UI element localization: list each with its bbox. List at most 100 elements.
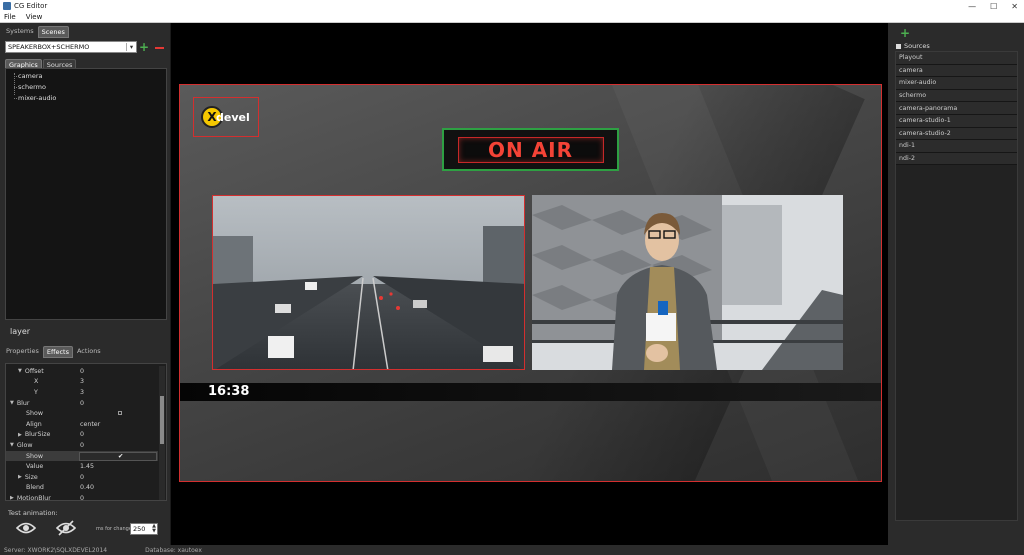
property-row[interactable]: ▶ MotionBlur 0 <box>6 493 158 500</box>
ms-for-change-input[interactable]: 250 ▲ ▼ <box>130 523 158 535</box>
on-air-element[interactable]: ON AIR <box>442 128 619 171</box>
property-row[interactable]: ▶ Size 0 <box>6 472 158 483</box>
scene-select[interactable]: SPEAKERBOX+SCHERMO ▾ <box>5 41 137 53</box>
status-bar: Server: XWORK2\SQLXDEVEL2014 Database: x… <box>0 545 1024 555</box>
property-value[interactable]: 0.40 <box>80 484 94 491</box>
tab-systems[interactable]: Systems <box>3 26 37 38</box>
property-name: Show <box>26 453 43 460</box>
minimize-icon[interactable]: — <box>968 2 976 11</box>
property-name: Y <box>34 389 38 396</box>
property-row[interactable]: ▼ Glow 0 <box>6 440 158 451</box>
effects-property-grid: ▼ Offset 0 X 3 Y 3 ▼ Blur 0 Show Align center ▶ BlurSi… <box>5 363 167 501</box>
add-scene-icon[interactable]: + <box>139 41 149 53</box>
property-row[interactable]: ▼ Offset 0 <box>6 366 158 377</box>
property-value[interactable]: center <box>80 421 100 428</box>
source-item-camera-studio-1[interactable]: camera-studio-1 <box>896 114 1017 128</box>
tab-effects[interactable]: Effects <box>42 346 73 358</box>
property-name-text: Blend <box>26 484 44 492</box>
property-row[interactable]: Align center <box>6 419 158 430</box>
source-item-ndi-2[interactable]: ndi-2 <box>896 152 1017 166</box>
tree-item-camera[interactable]: camera <box>14 72 43 80</box>
layer-title: layer <box>10 327 31 336</box>
source-item-playout[interactable]: Playout <box>896 52 1017 65</box>
property-name-text: X <box>34 378 39 386</box>
property-row[interactable]: ▶ BlurSize 0 <box>6 430 158 441</box>
property-row[interactable]: Show <box>6 408 158 419</box>
status-server: Server: XWORK2\SQLXDEVEL2014 <box>4 546 108 554</box>
property-name-text: Blur <box>16 399 30 407</box>
property-row[interactable]: Show ✔ <box>6 450 158 462</box>
add-source-icon[interactable]: + <box>900 27 910 39</box>
maximize-icon[interactable]: ☐ <box>990 2 997 11</box>
property-name-text: Y <box>34 388 38 396</box>
source-item-ndi-1[interactable]: ndi-1 <box>896 140 1017 153</box>
ms-for-change-label: ms for change <box>96 526 132 532</box>
menu-file[interactable]: File <box>4 13 16 21</box>
property-name: Value <box>26 463 43 470</box>
checkbox[interactable] <box>118 411 122 416</box>
property-row[interactable]: X3 <box>6 377 158 388</box>
expand-right-icon[interactable]: ▶ <box>10 495 14 500</box>
source-item-camera-panorama[interactable]: camera-panorama <box>896 102 1017 115</box>
preview-canvas: X devel ON AIR 16:38 <box>171 23 888 545</box>
source-item-camera-studio-2[interactable]: camera-studio-2 <box>896 127 1017 141</box>
logo-element[interactable]: X devel <box>193 97 259 137</box>
expand-right-icon[interactable]: ▶ <box>18 432 22 438</box>
property-value[interactable]: 1.45 <box>80 463 94 470</box>
eye-icon[interactable] <box>16 521 36 535</box>
expand-down-icon[interactable]: ▼ <box>10 442 14 448</box>
menu-view[interactable]: View <box>26 13 43 21</box>
source-item-mixer-audio[interactable]: mixer-audio <box>896 77 1017 90</box>
expand-down-icon[interactable]: ▼ <box>10 400 14 406</box>
property-value[interactable]: 0 <box>80 368 84 375</box>
remove-scene-icon[interactable] <box>155 47 164 49</box>
property-row[interactable]: Y3 <box>6 387 158 398</box>
property-value[interactable]: ✔ <box>118 453 123 460</box>
expand-right-icon[interactable]: ▶ <box>18 474 22 480</box>
tab-actions[interactable]: Actions <box>74 346 104 358</box>
property-row[interactable]: Value 1.45 <box>6 461 158 472</box>
property-row[interactable]: ▼ Blur 0 <box>6 398 158 409</box>
test-animation-label: Test animation: <box>8 509 58 517</box>
spinner-icon[interactable]: ▲ ▼ <box>152 524 156 534</box>
tab-scenes[interactable]: Scenes <box>37 26 69 38</box>
property-value[interactable]: 0 <box>80 442 84 449</box>
on-air-text: ON AIR <box>487 137 574 162</box>
property-name: ▶ MotionBlur <box>10 495 51 500</box>
close-icon[interactable]: ✕ <box>1011 2 1018 11</box>
property-value[interactable]: 0 <box>80 400 84 407</box>
property-name-text: Value <box>26 463 44 471</box>
graphic-stage[interactable]: X devel ON AIR 16:38 <box>179 84 882 482</box>
app-icon <box>3 2 11 10</box>
property-value[interactable]: 0 <box>80 495 84 500</box>
property-name: Show <box>26 410 43 417</box>
video-schermo[interactable] <box>532 195 843 370</box>
clock-bar[interactable]: 16:38 <box>180 383 881 401</box>
property-value[interactable]: 3 <box>80 378 84 385</box>
property-name: Align <box>26 421 42 428</box>
scrollbar-thumb[interactable] <box>160 396 164 444</box>
property-value[interactable]: 3 <box>80 389 84 396</box>
video-camera[interactable] <box>212 195 525 370</box>
property-row[interactable]: Blend 0.40 <box>6 483 158 494</box>
sources-list: Playout camera mixer-audio schermo camera-pa… <box>895 51 1018 521</box>
sources-header: Sources <box>896 42 930 50</box>
property-value[interactable]: 0 <box>80 431 84 438</box>
eye-off-icon[interactable] <box>56 520 76 536</box>
property-name: ▼ Offset <box>18 368 44 375</box>
highway-image <box>213 196 524 369</box>
source-item-camera[interactable]: camera <box>896 64 1017 78</box>
property-value[interactable]: 0 <box>80 474 84 481</box>
tab-properties[interactable]: Properties <box>3 346 42 358</box>
source-item-schermo[interactable]: schermo <box>896 89 1017 103</box>
property-name: ▶ BlurSize <box>18 431 50 438</box>
tree-item-mixer-audio[interactable]: mixer-audio <box>13 94 56 102</box>
property-name-text: Show <box>26 452 43 460</box>
property-name: Blend <box>26 484 44 491</box>
window-title: CG Editor <box>14 2 48 10</box>
tree-item-schermo[interactable]: schermo <box>14 83 46 91</box>
property-scrollbar[interactable] <box>159 366 165 500</box>
collapse-icon[interactable] <box>896 43 901 49</box>
expand-down-icon[interactable]: ▼ <box>18 368 22 374</box>
property-name: ▼ Glow <box>10 442 33 449</box>
